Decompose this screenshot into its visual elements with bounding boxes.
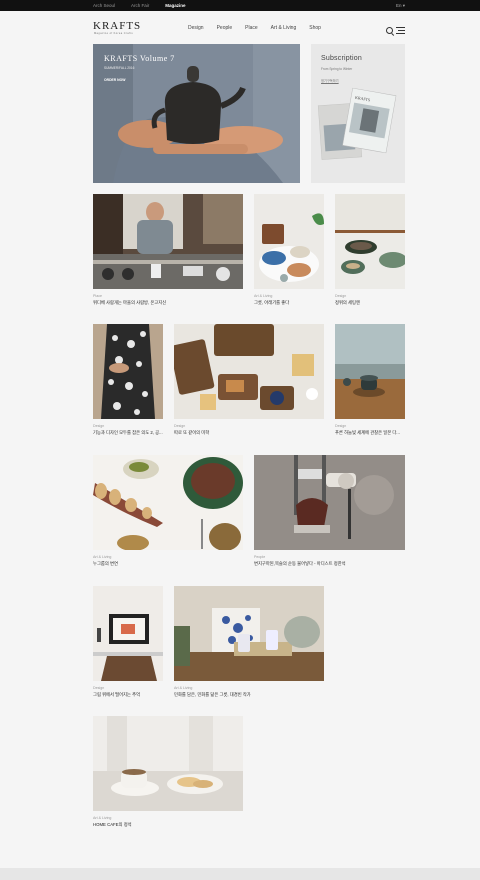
article-thumbnail (174, 586, 324, 681)
magazine-cover-logo: KRAFTS (355, 95, 371, 103)
article-category: Place (93, 294, 102, 298)
nav-shop[interactable]: Shop (309, 25, 321, 31)
article-card[interactable]: Art & Living 누그룹의 변연 (93, 455, 243, 570)
article-title[interactable]: 민화를 담은, 민화를 닮은 그릇, 대경빈 작가 (174, 692, 251, 698)
article-title[interactable]: 위디베 사람개는 마을의 사람방, 온고지신 (93, 300, 166, 306)
language-label: En (395, 3, 402, 8)
site-link-arch-fair[interactable]: Arch Fair (131, 0, 149, 11)
language-selector[interactable]: En ▾ (396, 0, 405, 11)
article-thumbnail (93, 194, 243, 289)
article-title[interactable]: 기능과 디자인 모두를 잡은 의도 2, 공... (93, 430, 163, 436)
article-card[interactable]: Place 위디베 사람개는 마을의 사람방, 온고지신 (93, 194, 243, 306)
menu-icon[interactable] (396, 27, 405, 34)
subscription-subtitle: From Spring to Winter (321, 67, 353, 71)
subscription-link[interactable]: 정기구독하기 (321, 78, 339, 83)
article-thumbnail (254, 455, 405, 550)
article-category: Art & Living (93, 555, 112, 559)
logo-tagline: Magazine of Korea Crafts (94, 32, 134, 35)
footer (0, 868, 480, 880)
nav-people[interactable]: People (217, 25, 233, 31)
hero-banner[interactable]: KRAFTS Volume 7 SUMMER/FALL 2016 ORDER N… (93, 44, 300, 183)
article-thumbnail (93, 586, 163, 681)
article-title[interactable]: 따로 또 같이의 미학 (174, 430, 209, 436)
site-link-magazine[interactable]: Magazine (165, 0, 185, 11)
main-nav: Design People Place Art & Living Shop (188, 25, 321, 31)
article-card[interactable]: Art & Living HOME CAFE의 정석 (93, 716, 243, 831)
article-card[interactable]: Art & Living 그릇, 아래기를 좋다 (254, 194, 324, 306)
article-title[interactable]: 정위의 세팅엔 (335, 300, 360, 306)
article-card[interactable]: Art & Living 민화를 담은, 민화를 닮은 그릇, 대경빈 작가 (174, 586, 324, 701)
article-category: Art & Living (254, 294, 273, 298)
article-card[interactable]: Design 기능과 디자인 모두를 잡은 의도 2, 공... (93, 324, 163, 439)
order-now-button[interactable]: ORDER NOW (104, 78, 125, 82)
subscription-panel[interactable]: Subscription From Spring to Winter 정기구독하… (311, 44, 405, 183)
top-bar: Arch Seoul Arch Fair Magazine En ▾ (0, 0, 480, 11)
article-category: Design (93, 424, 105, 428)
hero-title: KRAFTS Volume 7 (104, 54, 175, 63)
search-icon[interactable] (386, 27, 393, 34)
article-title[interactable]: 누그룹의 변연 (93, 561, 118, 567)
article-category: Design (335, 424, 347, 428)
article-category: Design (93, 686, 105, 690)
hero-image (93, 44, 300, 183)
article-thumbnail (93, 324, 163, 419)
article-title[interactable]: 그림 위에서 떨어지는 추억 (93, 692, 140, 698)
article-card[interactable]: People 변지구마된,목슬의 순동 불어넣다 - 아디스트 정한석 (254, 455, 405, 570)
article-card[interactable]: Design 따로 또 같이의 미학 (174, 324, 324, 439)
article-category: Art & Living (93, 816, 112, 820)
article-thumbnail (335, 324, 405, 419)
hero-subtitle: SUMMER/FALL 2016 (104, 66, 135, 70)
article-category: Design (174, 424, 186, 428)
article-thumbnail (93, 716, 243, 811)
article-thumbnail (254, 194, 324, 289)
article-thumbnail (174, 324, 324, 419)
article-title[interactable]: HOME CAFE의 정석 (93, 822, 132, 828)
site-link-arch-seoul[interactable]: Arch Seoul (93, 0, 115, 11)
article-title[interactable]: 푸른 하늘빛 세계에 관찰은 일본 다... (335, 430, 400, 436)
article-card[interactable]: Design 그림 위에서 떨어지는 추억 (93, 586, 163, 701)
article-card[interactable]: Design 푸른 하늘빛 세계에 관찰은 일본 다... (335, 324, 405, 439)
nav-art-living[interactable]: Art & Living (271, 25, 297, 31)
article-thumbnail (335, 194, 405, 289)
article-category: Art & Living (174, 686, 193, 690)
article-category: Design (335, 294, 347, 298)
article-thumbnail (93, 455, 243, 550)
nav-design[interactable]: Design (188, 25, 204, 31)
subscription-title: Subscription (321, 55, 362, 62)
article-title[interactable]: 변지구마된,목슬의 순동 불어넣다 - 아디스트 정한석 (254, 561, 346, 567)
article-category: People (254, 555, 266, 559)
logo[interactable]: KRAFTS (93, 20, 141, 32)
nav-place[interactable]: Place (245, 25, 258, 31)
article-title[interactable]: 그릇, 아래기를 좋다 (254, 300, 289, 306)
article-card[interactable]: Design 정위의 세팅엔 (335, 194, 405, 306)
magazine-image: KRAFTS (317, 87, 397, 160)
site-header: KRAFTS Magazine of Korea Crafts Design P… (0, 11, 480, 41)
site-switcher: Arch Seoul Arch Fair Magazine (93, 0, 186, 11)
